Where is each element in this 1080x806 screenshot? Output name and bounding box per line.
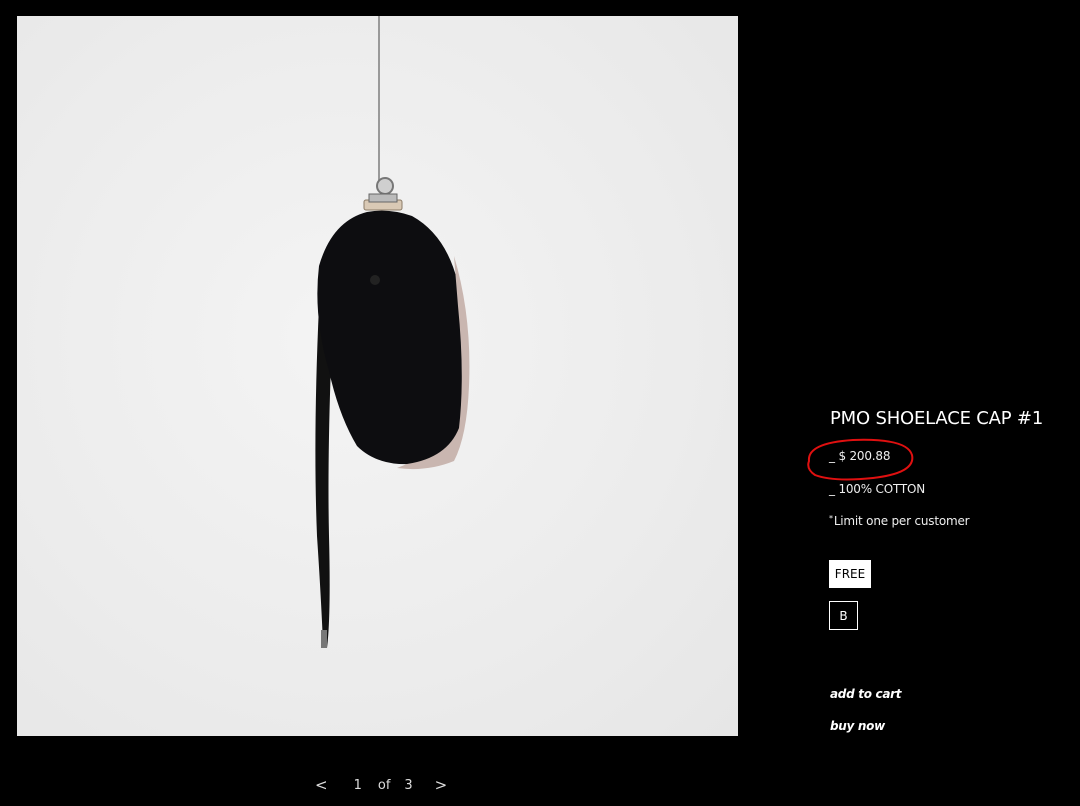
cap-crown xyxy=(317,210,466,465)
material-value: 100% COTTON xyxy=(838,482,926,496)
product-material: _ 100% COTTON xyxy=(829,482,925,496)
cap-button xyxy=(370,275,380,285)
material-prefix: _ xyxy=(829,482,835,496)
limit-asterisk: * xyxy=(829,514,833,523)
purchase-limit-note: *Limit one per customer xyxy=(829,514,970,528)
lace-tip xyxy=(321,630,327,648)
product-title: PMO SHOELACE CAP #1 xyxy=(830,408,1044,429)
buy-now-button[interactable]: buy now xyxy=(830,719,885,733)
limit-text: Limit one per customer xyxy=(833,514,970,528)
pager-of-label: of xyxy=(377,777,391,793)
product-image xyxy=(17,16,738,736)
size-option-b[interactable]: B xyxy=(829,601,858,630)
cap-illustration xyxy=(315,16,470,648)
pager-current: 1 xyxy=(353,777,362,793)
next-image-button[interactable]: > xyxy=(433,776,450,794)
price-annotation-circle xyxy=(807,438,914,481)
metal-clip xyxy=(363,177,403,211)
previous-image-button[interactable]: < xyxy=(313,776,330,794)
add-to-cart-button[interactable]: add to cart xyxy=(830,687,901,701)
image-pager: < 1 of 3 > xyxy=(313,776,449,794)
size-option-free[interactable]: FREE xyxy=(829,560,871,588)
pager-total: 3 xyxy=(404,777,413,793)
